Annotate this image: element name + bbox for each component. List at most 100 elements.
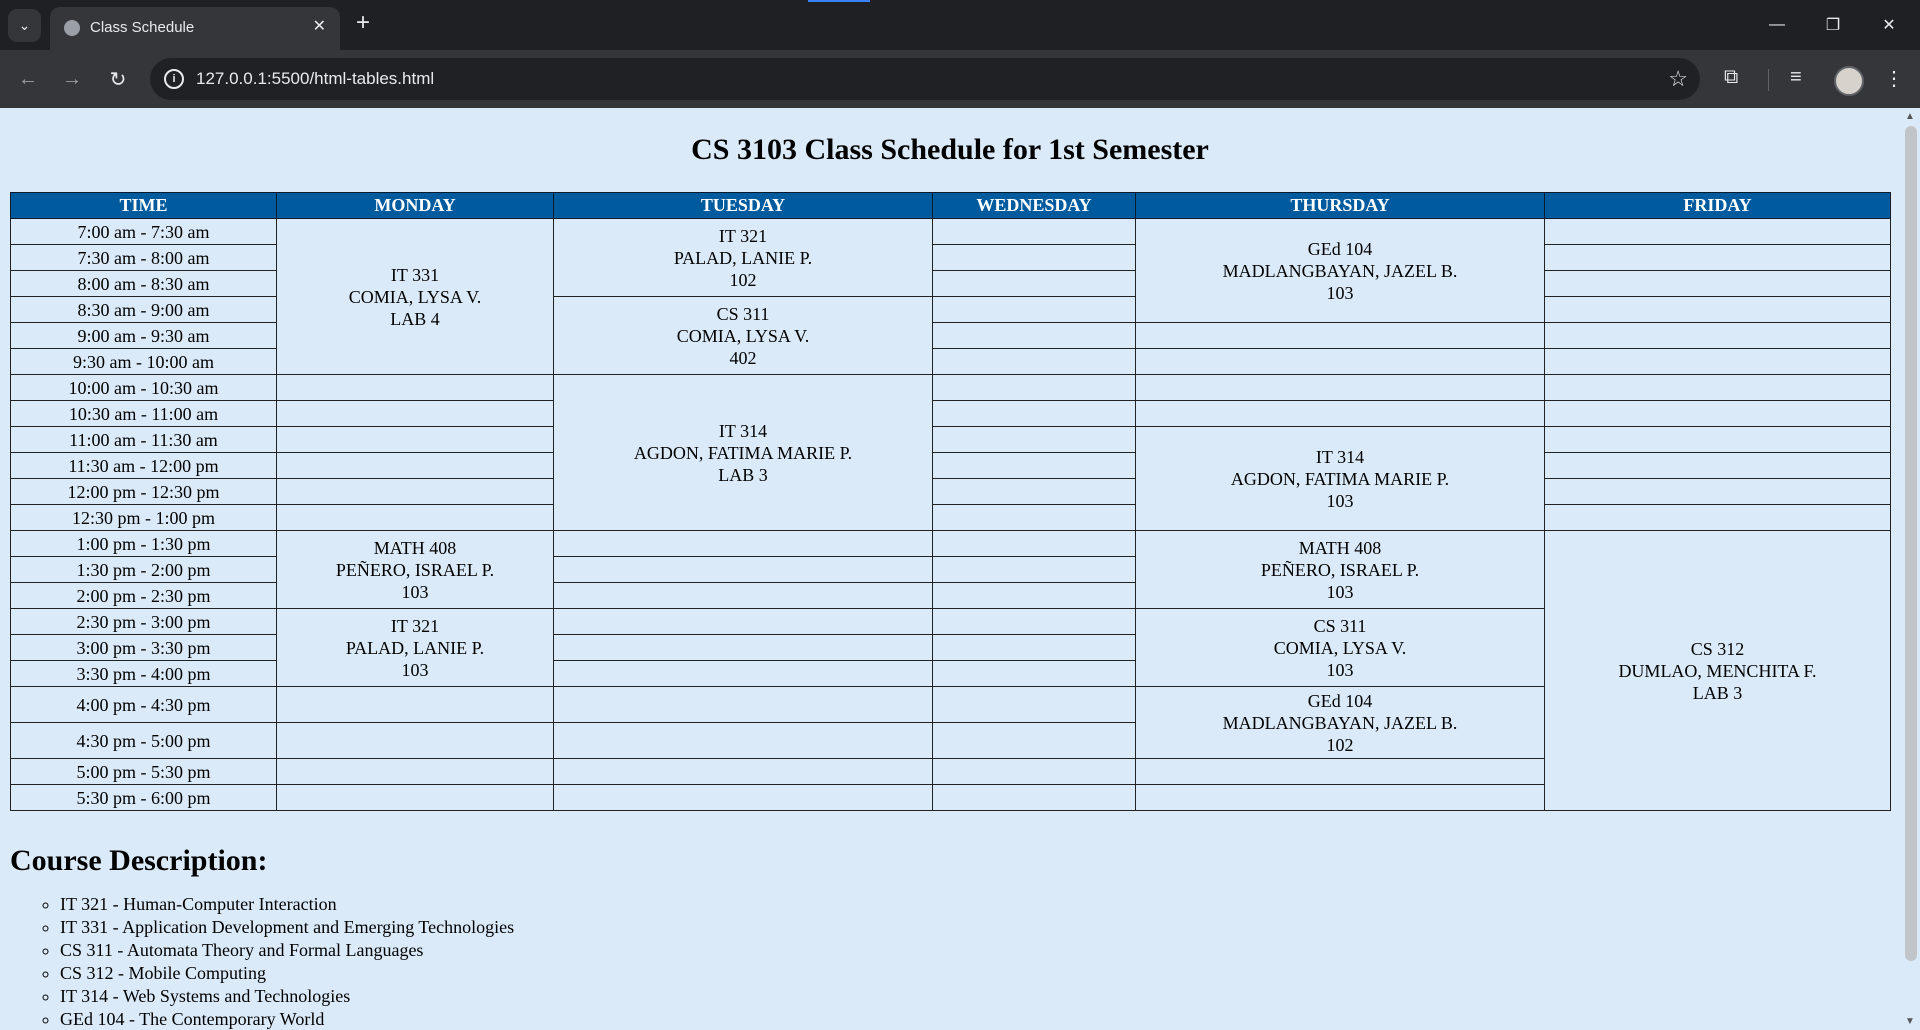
restore-button[interactable]: ❐ [1810, 8, 1856, 42]
list-item: GEd 104 - The Contemporary World [60, 1008, 514, 1030]
time-cell: 2:00 pm - 2:30 pm [10, 582, 277, 609]
scroll-down-icon[interactable]: ▼ [1905, 1016, 1915, 1027]
empty-cell [1135, 374, 1545, 401]
empty-cell [1135, 322, 1545, 349]
empty-cell [553, 582, 933, 609]
extensions-icon[interactable]: ⧉ [1724, 66, 1738, 89]
empty-cell [553, 530, 933, 557]
class-cell: IT 314 AGDON, FATIMA MARIE P. LAB 3 [553, 374, 933, 531]
class-cell: IT 331 COMIA, LYSA V. LAB 4 [276, 218, 554, 375]
media-controls-icon[interactable]: ≡ [1790, 66, 1802, 89]
table-row: 7:00 am - 7:30 am IT 331 COMIA, LYSA V. LA… [10, 218, 1891, 375]
header-monday: MONDAY [276, 192, 554, 219]
time-cell: 12:00 pm - 12:30 pm [10, 478, 277, 505]
empty-cell [553, 686, 933, 723]
time-cell: 8:00 am - 8:30 am [10, 270, 277, 297]
table-row: 12:30 pm - 1:00 pm [10, 504, 1891, 531]
empty-cell [553, 660, 933, 687]
site-info-icon[interactable]: i [164, 69, 184, 89]
empty-cell [276, 686, 554, 723]
window-close-button[interactable]: ✕ [1866, 8, 1912, 42]
list-item: IT 321 - Human-Computer Interaction [60, 893, 514, 916]
empty-cell [932, 556, 1136, 583]
course-description-list: IT 321 - Human-Computer Interaction IT 3… [60, 893, 514, 1030]
empty-cell [932, 218, 1136, 245]
time-cell: 4:30 pm - 5:00 pm [10, 722, 277, 759]
empty-cell [1544, 426, 1891, 453]
header-friday: FRIDAY [1544, 192, 1891, 219]
menu-kebab-icon[interactable]: ⋮ [1884, 66, 1904, 91]
empty-cell [276, 400, 554, 427]
empty-cell [932, 504, 1136, 531]
empty-cell [276, 426, 554, 453]
class-cell: IT 314 AGDON, FATIMA MARIE P. 103 [1135, 426, 1545, 531]
new-tab-button[interactable]: + [356, 11, 370, 35]
empty-cell [276, 722, 554, 759]
empty-cell [932, 348, 1136, 375]
empty-cell [932, 582, 1136, 609]
empty-cell [1544, 244, 1891, 271]
empty-cell [932, 686, 1136, 723]
scroll-up-icon[interactable]: ▲ [1905, 111, 1915, 122]
schedule-table: TIME MONDAY TUESDAY WEDNESDAY THURSDAY F… [10, 192, 1891, 811]
tab-title: Class Schedule [90, 19, 195, 36]
globe-icon [64, 20, 80, 36]
empty-cell [1544, 270, 1891, 297]
toolbar-divider [1768, 69, 1769, 91]
page-scrollbar[interactable]: ▲ ▼ [1900, 108, 1920, 1030]
close-tab-icon[interactable]: ✕ [313, 16, 326, 36]
address-bar[interactable]: i 127.0.0.1:5500/html-tables.html ☆ [150, 58, 1700, 100]
bookmark-star-icon[interactable]: ☆ [1668, 66, 1688, 92]
profile-avatar[interactable] [1834, 66, 1864, 96]
time-cell: 1:00 pm - 1:30 pm [10, 530, 277, 557]
time-cell: 10:30 am - 11:00 am [10, 400, 277, 427]
time-cell: 12:30 pm - 1:00 pm [10, 504, 277, 531]
empty-cell [1135, 784, 1545, 811]
tab-search-button[interactable]: ⌄ [8, 9, 41, 42]
time-cell: 7:30 am - 8:00 am [10, 244, 277, 271]
time-cell: 9:00 am - 9:30 am [10, 322, 277, 349]
minimize-button[interactable]: — [1754, 8, 1800, 42]
time-cell: 7:00 am - 7:30 am [10, 218, 277, 245]
list-item: IT 314 - Web Systems and Technologies [60, 985, 514, 1008]
browser-tab[interactable]: Class Schedule ✕ [50, 7, 340, 50]
window-accent-bar [808, 0, 870, 2]
empty-cell [1544, 478, 1891, 505]
empty-cell [932, 530, 1136, 557]
list-item: CS 312 - Mobile Computing [60, 962, 514, 985]
table-row: 1:00 pm - 1:30 pm MATH 408 PEÑERO, ISRAEL… [10, 530, 1891, 811]
chevron-down-icon: ⌄ [18, 17, 31, 33]
empty-cell [932, 244, 1136, 271]
empty-cell [1544, 400, 1891, 427]
empty-cell [553, 758, 933, 785]
course-description-heading: Course Description: [10, 844, 268, 877]
empty-cell [1135, 758, 1545, 785]
class-cell: CS 312 DUMLAO, MENCHITA F. LAB 3 [1544, 530, 1891, 811]
time-cell: 1:30 pm - 2:00 pm [10, 556, 277, 583]
class-cell: CS 311 COMIA, LYSA V. 402 [553, 296, 933, 375]
empty-cell [1544, 322, 1891, 349]
empty-cell [1544, 452, 1891, 479]
class-cell: IT 321 PALAD, LANIE P. 102 [553, 218, 933, 297]
scrollbar-thumb[interactable] [1905, 126, 1917, 961]
empty-cell [276, 504, 554, 531]
class-cell: CS 311 COMIA, LYSA V. 103 [1135, 608, 1545, 687]
list-item: IT 331 - Application Development and Eme… [60, 916, 514, 939]
empty-cell [932, 758, 1136, 785]
time-cell: 8:30 am - 9:00 am [10, 296, 277, 323]
table-header-row: TIME MONDAY TUESDAY WEDNESDAY THURSDAY F… [10, 192, 1891, 219]
url-text[interactable]: 127.0.0.1:5500/html-tables.html [196, 69, 434, 89]
empty-cell [276, 374, 554, 401]
header-wednesday: WEDNESDAY [932, 192, 1136, 219]
forward-button[interactable]: → [57, 64, 87, 94]
tab-strip: ⌄ Class Schedule ✕ + — ❐ ✕ [0, 0, 1920, 50]
empty-cell [932, 374, 1136, 401]
class-cell: GEd 104 MADLANGBAYAN, JAZEL B. 102 [1135, 686, 1545, 759]
empty-cell [553, 634, 933, 661]
reload-button[interactable]: ↻ [103, 64, 133, 94]
empty-cell [276, 452, 554, 479]
empty-cell [1135, 400, 1545, 427]
back-button[interactable]: ← [13, 64, 43, 94]
empty-cell [276, 758, 554, 785]
time-cell: 11:00 am - 11:30 am [10, 426, 277, 453]
